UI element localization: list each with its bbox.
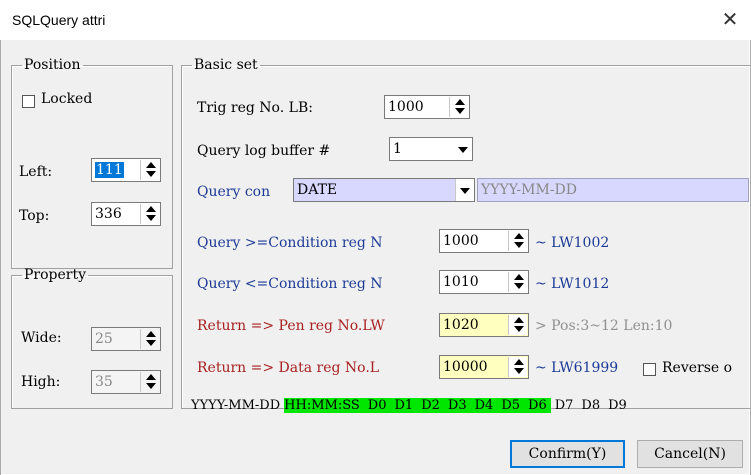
plain-columns: D7 D8 D9 (555, 398, 627, 413)
pen-spin-buttons[interactable] (508, 315, 527, 335)
column-chip: D0 (367, 398, 387, 413)
query-condition-value[interactable]: DATE (297, 182, 337, 198)
le-condition-label: Query <=Condition reg N (197, 276, 383, 292)
dialog-client: Position Locked Left: 111 Top: 336 Prope… (1, 40, 750, 474)
reverse-label: Reverse o (662, 360, 733, 376)
data-spin-buttons[interactable] (508, 357, 527, 377)
high-spin-buttons[interactable] (140, 372, 159, 392)
le-spin-buttons[interactable] (508, 272, 527, 292)
data-reg-range: ~ LW61999 (535, 360, 619, 376)
property-legend: Property (24, 267, 87, 283)
title-bar: SQLQuery attri ✕ (0, 0, 751, 40)
column-chip: D8 (581, 398, 601, 413)
data-reg-value[interactable]: 10000 (443, 359, 488, 375)
top-value[interactable]: 336 (95, 206, 122, 222)
pen-reg-spinner[interactable]: 1020 (439, 313, 529, 337)
column-chip: D5 (501, 398, 521, 413)
left-spin-buttons[interactable] (140, 160, 159, 180)
high-label: High: (21, 374, 61, 390)
column-chip: D3 (447, 398, 467, 413)
locked-checkbox[interactable] (22, 95, 35, 108)
trig-reg-value[interactable]: 1000 (388, 99, 424, 115)
column-chip: D4 (474, 398, 494, 413)
window-title: SQLQuery attri (12, 12, 106, 28)
column-chip: D2 (421, 398, 440, 413)
wide-spinner[interactable]: 25 (91, 327, 161, 351)
left-value[interactable]: 111 (95, 162, 124, 178)
column-chip: D9 (608, 398, 627, 413)
locked-label: Locked (41, 91, 93, 107)
query-condition-label: Query con (197, 184, 271, 200)
le-condition-spinner[interactable]: 1010 (439, 270, 529, 294)
chevron-down-icon[interactable] (454, 138, 472, 160)
reverse-checkbox[interactable] (643, 363, 656, 376)
chevron-down-icon[interactable] (455, 179, 474, 201)
wide-label: Wide: (21, 330, 62, 346)
ge-spin-buttons[interactable] (508, 231, 527, 251)
left-label: Left: (19, 164, 53, 180)
left-spinner[interactable]: 111 (91, 158, 161, 182)
column-date: YYYY-MM-DD (191, 398, 281, 413)
date-format-field[interactable]: YYYY-MM-DD (477, 178, 749, 202)
le-condition-value[interactable]: 1010 (443, 274, 479, 290)
close-icon[interactable]: ✕ (717, 6, 743, 32)
date-format-value: YYYY-MM-DD (481, 182, 578, 198)
highlighted-columns: HH:MM:SS D0 D1 D2 D3 D4 D5 D6 (284, 398, 551, 413)
pen-reg-value[interactable]: 1020 (443, 317, 479, 333)
trig-reg-spinner[interactable]: 1000 (384, 95, 470, 119)
trig-reg-spin-buttons[interactable] (449, 97, 468, 117)
pen-reg-label: Return => Pen reg No.LW (197, 318, 385, 334)
top-spin-buttons[interactable] (140, 204, 159, 224)
column-preview-row: YYYY-MM-DD HH:MM:SS D0 D1 D2 D3 D4 D5 D6 D7 D8 D9 (191, 396, 627, 416)
cancel-button[interactable]: Cancel(N) (637, 440, 743, 468)
query-log-value[interactable]: 1 (393, 141, 402, 157)
wide-spin-buttons[interactable] (140, 329, 159, 349)
data-reg-spinner[interactable]: 10000 (439, 355, 529, 379)
query-log-combo[interactable]: 1 (389, 137, 473, 161)
query-log-label: Query log buffer # (197, 143, 331, 159)
le-condition-range: ~ LW1012 (535, 276, 610, 292)
ge-condition-label: Query >=Condition reg N (197, 235, 383, 251)
query-condition-combo[interactable]: DATE (293, 178, 475, 202)
column-chip: D6 (528, 398, 547, 413)
wide-value[interactable]: 25 (95, 331, 113, 347)
trig-reg-label: Trig reg No. LB: (197, 100, 313, 116)
column-chip: D7 (554, 398, 574, 413)
column-chip: D1 (394, 398, 414, 413)
column-chip: HH:MM:SS (284, 398, 360, 413)
ge-condition-spinner[interactable]: 1000 (439, 229, 529, 253)
data-reg-label: Return => Data reg No.L (197, 360, 380, 376)
high-value[interactable]: 35 (95, 374, 113, 390)
basic-set-legend: Basic set (194, 57, 258, 73)
top-label: Top: (19, 208, 50, 224)
ge-condition-range: ~ LW1002 (535, 235, 610, 251)
confirm-button[interactable]: Confirm(Y) (510, 440, 625, 468)
top-spinner[interactable]: 336 (91, 202, 161, 226)
position-legend: Position (24, 57, 81, 73)
pen-reg-info: > Pos:3~12 Len:10 (535, 318, 673, 334)
high-spinner[interactable]: 35 (91, 370, 161, 394)
ge-condition-value[interactable]: 1000 (443, 233, 479, 249)
